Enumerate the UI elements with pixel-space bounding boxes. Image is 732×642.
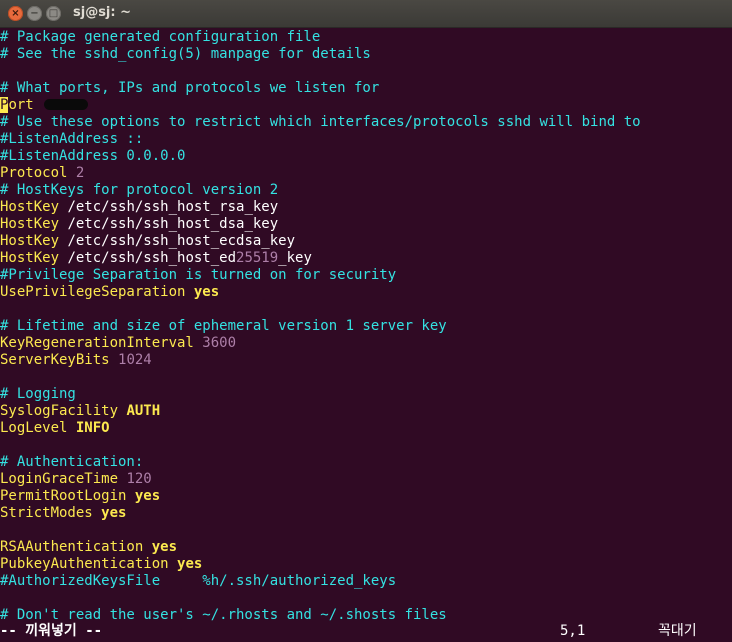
editor-line: # Logging	[0, 386, 732, 403]
terminal-window: × − □ sj@sj: ~ # Package generated confi…	[0, 0, 732, 642]
line-token: /etc/ssh/ssh_host_ecdsa_key	[67, 233, 296, 249]
line-token: 3600	[202, 335, 237, 351]
editor-line: #ListenAddress 0.0.0.0	[0, 148, 732, 165]
line-token: LoginGraceTime	[0, 471, 127, 487]
line-token: HostKey	[0, 233, 68, 249]
redacted-port-value	[44, 99, 89, 110]
line-token: KeyRegenerationInterval	[0, 335, 203, 351]
editor-line: HostKey /etc/ssh/ssh_host_dsa_key	[0, 216, 732, 233]
line-token: Protocol	[0, 165, 76, 181]
editor-line: KeyRegenerationInterval 3600	[0, 335, 732, 352]
editor-line: HostKey /etc/ssh/ssh_host_ecdsa_key	[0, 233, 732, 250]
line-token: yes	[101, 505, 127, 521]
editor-text-area[interactable]: # Package generated configuration file # …	[0, 29, 732, 642]
line-token: /etc/ssh/ssh_host_dsa_key	[67, 216, 279, 232]
vim-status-bar: -- 끼워넣기 -- 5,1 꼭대기	[0, 621, 732, 641]
line-token: # Logging	[0, 386, 76, 402]
line-token: 1024	[118, 352, 152, 368]
scroll-position: 꼭대기	[658, 623, 697, 639]
maximize-button[interactable]: □	[46, 6, 61, 21]
editor-line: # Lifetime and size of ephemeral version…	[0, 318, 732, 335]
editor-line: # See the sshd_config(5) manpage for det…	[0, 46, 732, 63]
line-token: HostKey	[0, 250, 68, 266]
cursor-position: 5,1	[560, 623, 586, 639]
line-token: UsePrivilegeSeparation	[0, 284, 194, 300]
line-token: yes	[151, 539, 178, 555]
line-token: #AuthorizedKeysFile %h/.ssh/authorized_k…	[0, 573, 397, 589]
editor-line: Port	[0, 97, 732, 114]
line-token: RSAAuthentication	[0, 539, 152, 555]
line-token: SyslogFacility	[0, 403, 127, 419]
line-token: INFO	[75, 420, 110, 436]
editor-line: # Package generated configuration file	[0, 29, 732, 46]
editor-line: StrictModes yes	[0, 505, 732, 522]
line-token: yes	[193, 284, 220, 300]
line-token: #ListenAddress 0.0.0.0	[0, 148, 186, 164]
line-token: 120	[126, 471, 152, 487]
line-token: AUTH	[126, 403, 161, 419]
editor-line: PermitRootLogin yes	[0, 488, 732, 505]
editor-line: # What ports, IPs and protocols we liste…	[0, 80, 732, 97]
title-bar[interactable]: × − □ sj@sj: ~	[0, 0, 732, 28]
line-token: PermitRootLogin	[0, 488, 135, 504]
line-token: # Package generated configuration file	[0, 29, 321, 45]
editor-line: # Authentication:	[0, 454, 732, 471]
editor-line: LoginGraceTime 120	[0, 471, 732, 488]
line-token: ort	[8, 97, 43, 113]
line-token: #ListenAddress ::	[0, 131, 144, 147]
minimize-button[interactable]: −	[27, 6, 42, 21]
line-token: /etc/ssh/ssh_host_ed	[67, 250, 237, 266]
line-token: #Privilege Separation is turned on for s…	[0, 267, 397, 283]
line-token: yes	[134, 488, 161, 504]
line-token: LogLevel	[0, 420, 76, 436]
line-token: PubkeyAuthentication	[0, 556, 178, 572]
editor-line: #AuthorizedKeysFile %h/.ssh/authorized_k…	[0, 573, 732, 590]
editor-line: LogLevel INFO	[0, 420, 732, 437]
line-token: # Authentication:	[0, 454, 144, 470]
line-token: _key	[278, 250, 312, 266]
editor-line: PubkeyAuthentication yes	[0, 556, 732, 573]
editor-line: RSAAuthentication yes	[0, 539, 732, 556]
editor-line: # HostKeys for protocol version 2	[0, 182, 732, 199]
editor-line: #ListenAddress ::	[0, 131, 732, 148]
line-token: 25519	[236, 250, 279, 266]
line-token: 2	[75, 165, 85, 181]
line-token: StrictModes	[0, 505, 102, 521]
line-token: # See the sshd_config(5) manpage for det…	[0, 46, 371, 62]
line-token: yes	[177, 556, 203, 572]
close-button[interactable]: ×	[8, 6, 23, 21]
line-token: HostKey	[0, 216, 68, 232]
line-token: HostKey	[0, 199, 68, 215]
editor-line: # Use these options to restrict which in…	[0, 114, 732, 131]
editor-line: HostKey /etc/ssh/ssh_host_ed25519_key	[0, 250, 732, 267]
insert-mode-indicator: -- 끼워넣기 --	[0, 623, 103, 639]
editor-line: HostKey /etc/ssh/ssh_host_rsa_key	[0, 199, 732, 216]
line-token: # HostKeys for protocol version 2	[0, 182, 279, 198]
editor-line: #Privilege Separation is turned on for s…	[0, 267, 732, 284]
window-title: sj@sj: ~	[73, 5, 132, 20]
line-token: # What ports, IPs and protocols we liste…	[0, 80, 380, 96]
line-token: /etc/ssh/ssh_host_rsa_key	[67, 199, 279, 215]
editor-line: Protocol 2	[0, 165, 732, 182]
editor-line: UsePrivilegeSeparation yes	[0, 284, 732, 301]
editor-line: SyslogFacility AUTH	[0, 403, 732, 420]
line-token: # Use these options to restrict which in…	[0, 114, 641, 130]
editor-line: ServerKeyBits 1024	[0, 352, 732, 369]
line-token: ServerKeyBits	[0, 352, 119, 368]
line-token: # Lifetime and size of ephemeral version…	[0, 318, 447, 334]
